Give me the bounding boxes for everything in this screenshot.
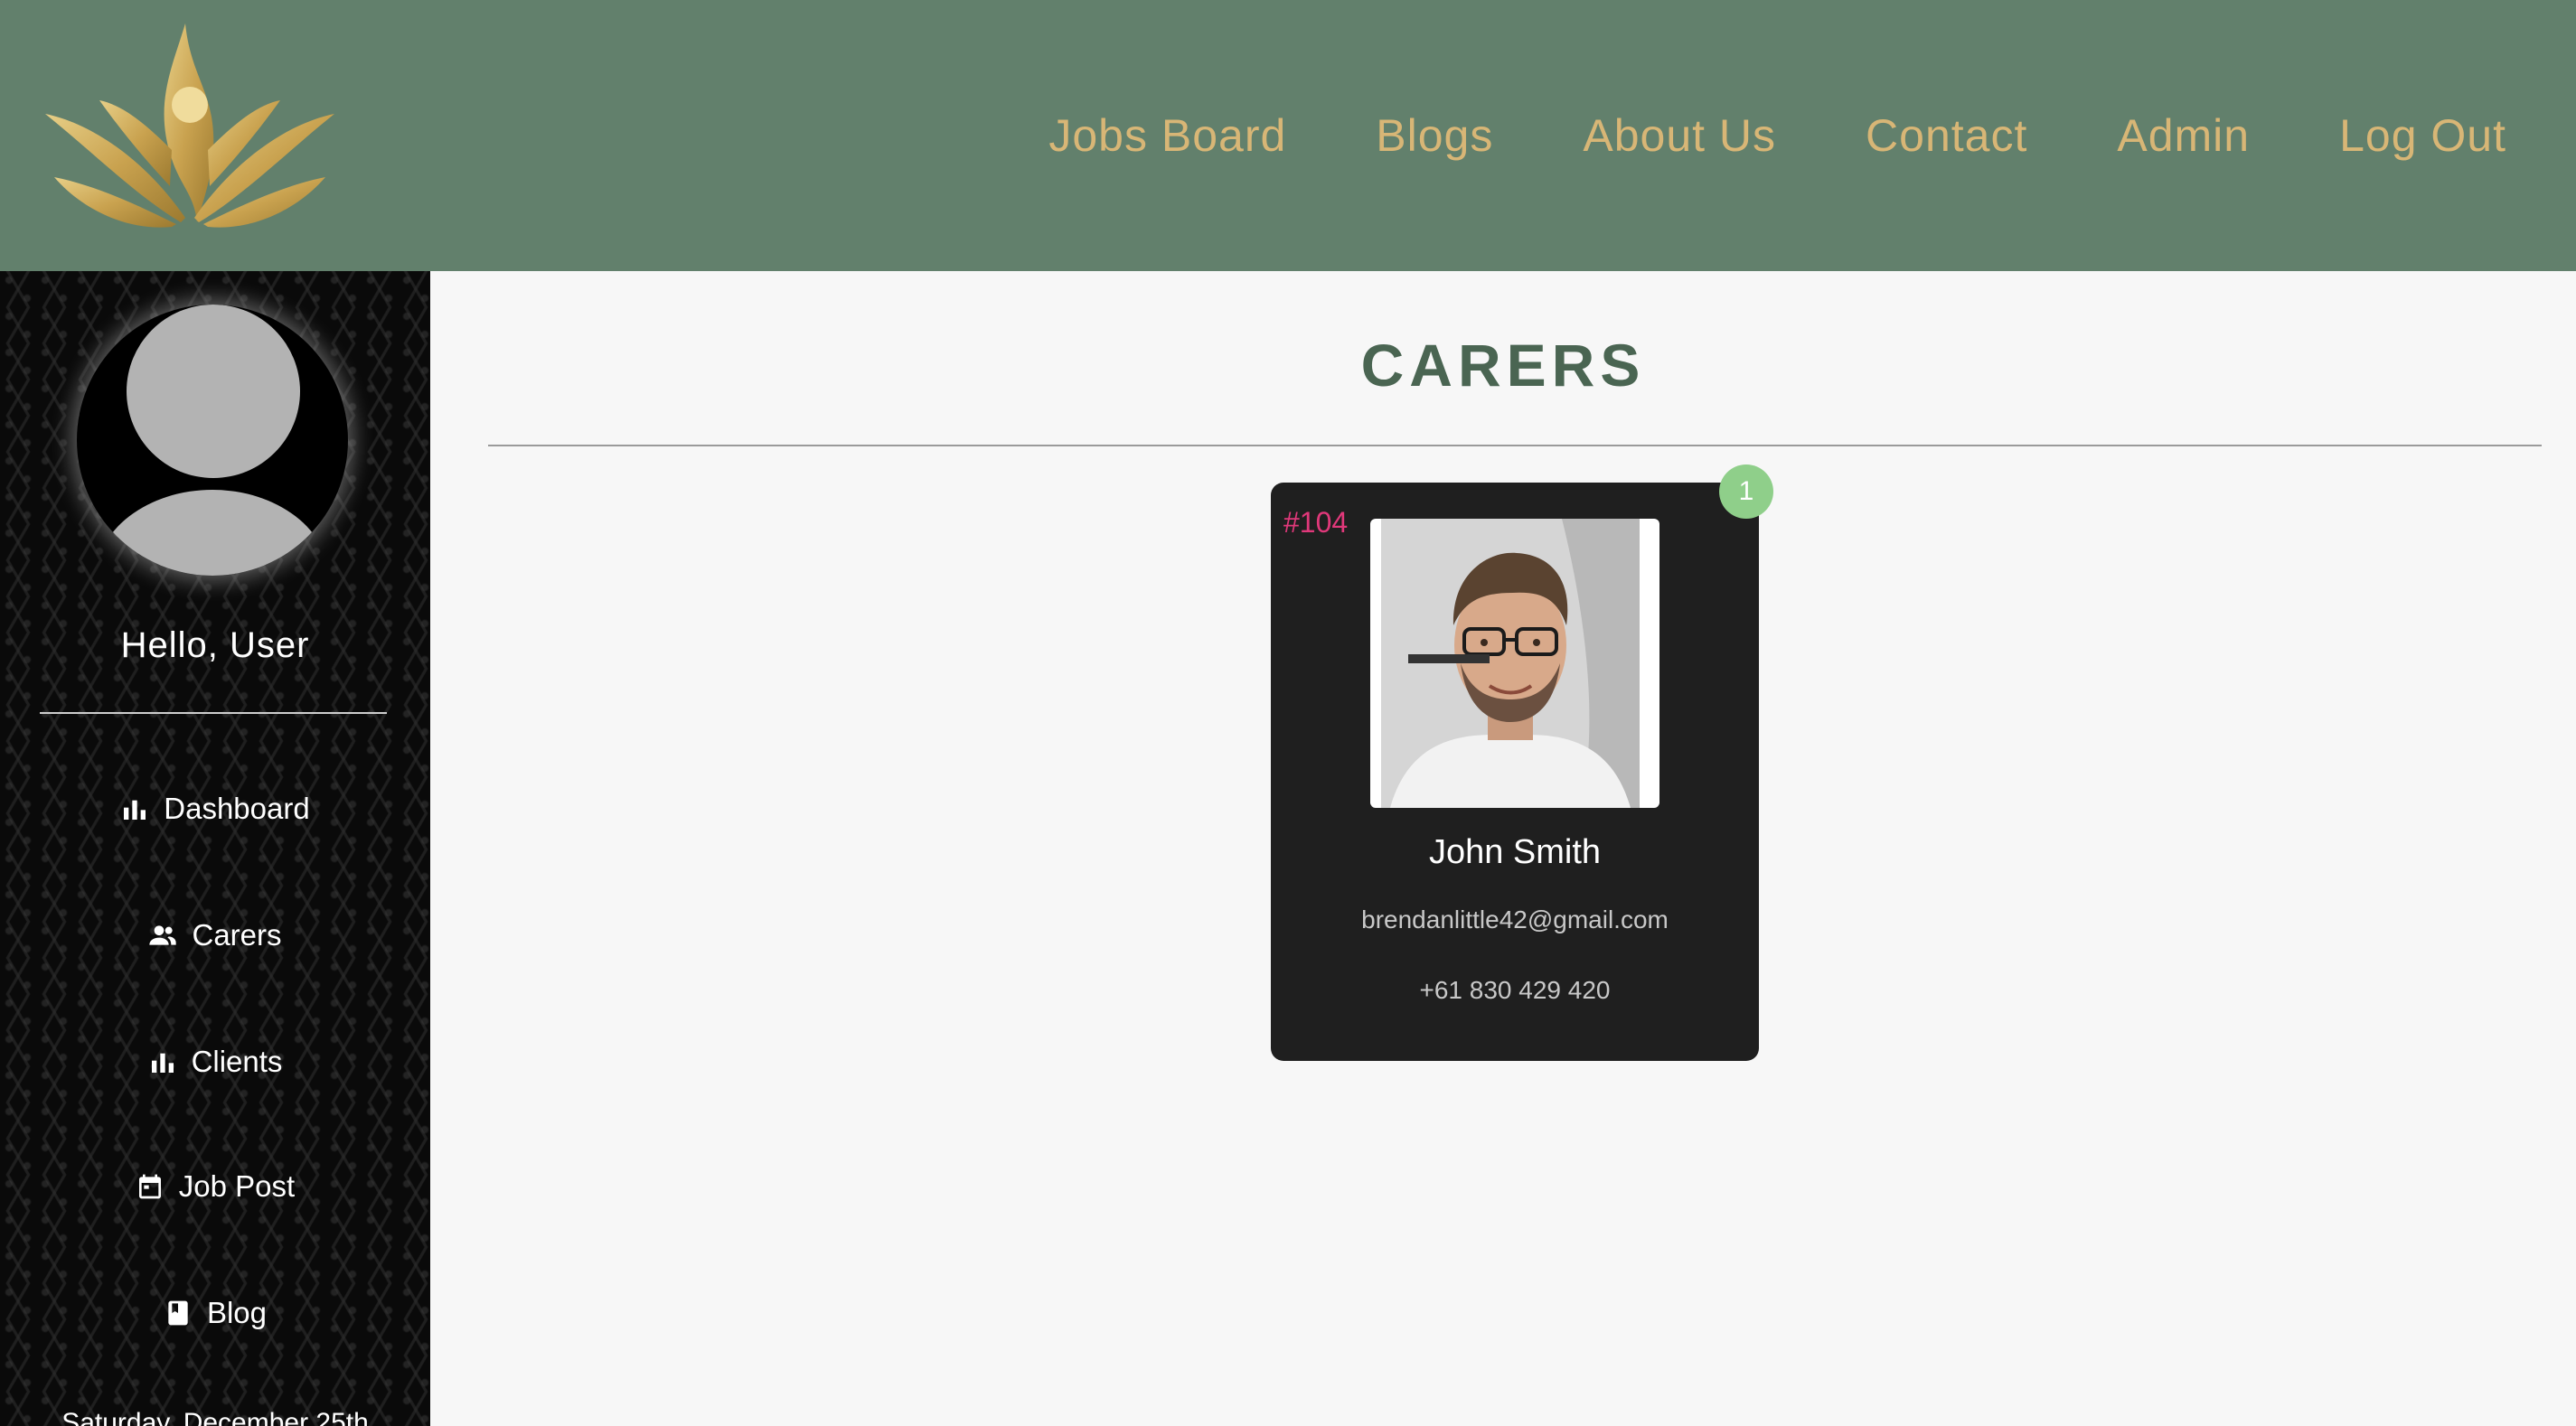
carer-photo: [1381, 519, 1640, 808]
carer-email[interactable]: brendanlittle42@gmail.com: [1271, 905, 1759, 934]
calendar-icon: [138, 1174, 161, 1199]
sidebar-item-label: Dashboard: [164, 792, 310, 825]
carer-card[interactable]: #104 1 John Smith brendanlittle42@gmail.…: [1271, 464, 1773, 1061]
nav-about-us[interactable]: About Us: [1583, 109, 1776, 162]
nav-admin[interactable]: Admin: [2117, 109, 2250, 162]
sidebar-item-label: Clients: [191, 1045, 283, 1078]
carer-name: John Smith: [1428, 833, 1602, 871]
nav-log-out[interactable]: Log Out: [2339, 109, 2506, 162]
lotus-logo[interactable]: [36, 14, 343, 240]
sidebar-item-blog[interactable]: Blog: [0, 1296, 430, 1330]
sidebar-date: Saturday, December 25th: [61, 1408, 369, 1426]
book-icon: [168, 1300, 188, 1326]
sidebar-item-label: Blog: [206, 1296, 268, 1329]
nav-jobs-board[interactable]: Jobs Board: [1048, 109, 1286, 162]
sidebar-item-label: Job Post: [178, 1169, 296, 1203]
greeting: Hello, User: [120, 625, 310, 665]
bar-chart-icon: [151, 1053, 174, 1073]
avatar-body: [95, 490, 330, 576]
sidebar: Hello, User Dashboard Carers Clients Job…: [0, 271, 430, 1426]
count-badge: 1: [1719, 464, 1773, 519]
nav-blogs[interactable]: Blogs: [1376, 109, 1493, 162]
carer-photo-frame: [1370, 519, 1659, 808]
sidebar-item-label: Carers: [192, 918, 282, 952]
avatar-head: [127, 305, 300, 478]
people-icon: [149, 925, 177, 945]
sidebar-item-carers[interactable]: Carers: [0, 918, 430, 952]
carer-id: #104: [1283, 506, 1349, 539]
sidebar-item-job-post[interactable]: Job Post: [0, 1169, 430, 1204]
sidebar-divider: [40, 712, 387, 714]
person-photo-illustration: [1381, 519, 1640, 808]
sidebar-item-dashboard[interactable]: Dashboard: [0, 792, 430, 826]
sidebar-item-clients[interactable]: Clients: [0, 1045, 430, 1079]
main-nav: Jobs Board Blogs About Us Contact Admin …: [1048, 0, 2576, 271]
bar-chart-icon: [124, 800, 146, 820]
title-divider: [488, 445, 2542, 446]
avatar: [77, 305, 348, 576]
page-title: CARERS: [1360, 332, 1646, 399]
nav-contact[interactable]: Contact: [1866, 109, 2027, 162]
header: Jobs Board Blogs About Us Contact Admin …: [0, 0, 2576, 271]
carer-phone[interactable]: +61 830 429 420: [1271, 976, 1759, 1005]
